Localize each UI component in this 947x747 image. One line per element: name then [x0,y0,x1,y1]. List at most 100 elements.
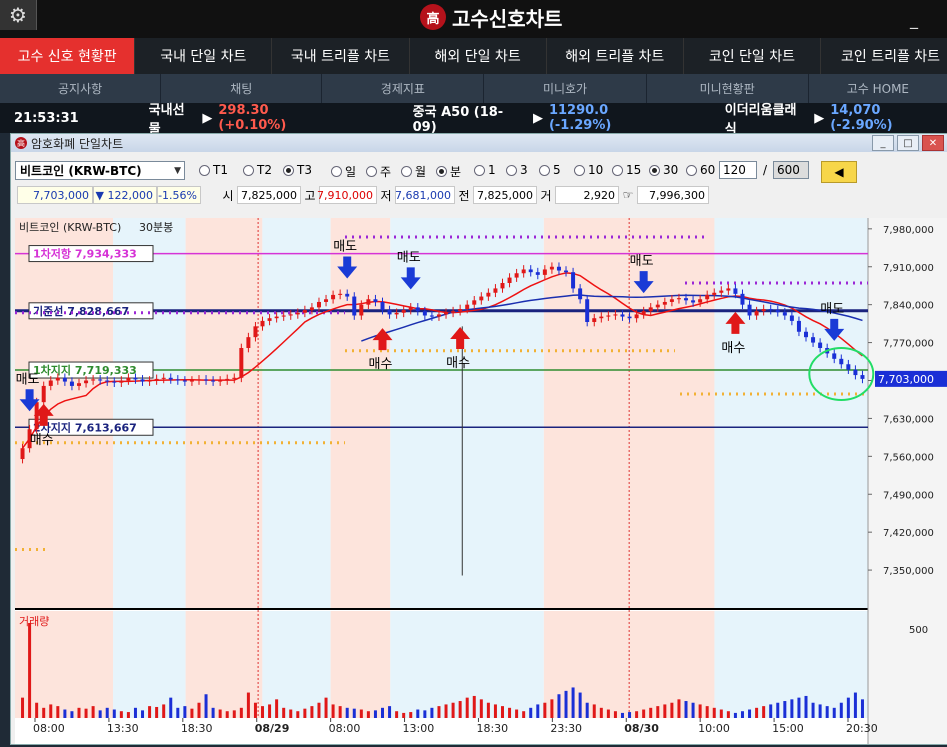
volume-bar [705,706,709,718]
volume-bar [218,709,222,718]
radio-min-30[interactable]: 30 [649,163,678,177]
volume-bar [416,709,420,718]
radio-week[interactable]: 주 [366,163,391,180]
total-input[interactable]: 600 [773,161,809,179]
volume-bar [465,697,469,718]
y-tick-label: 7,630,000 [883,414,934,425]
volume-bar [381,707,385,718]
volume-bar [373,710,377,718]
candle-body [542,269,547,275]
nav-coin-triple-chart[interactable]: 코인 트리플 차트 [821,38,947,74]
volume-bar [155,706,159,718]
window-maximize-button[interactable]: □ [897,135,919,151]
radio-min-1[interactable]: 1 [474,163,496,177]
candle-body [556,266,561,271]
candle-body [345,293,350,297]
nav-domestic-triple-chart[interactable]: 국내 트리플 차트 [272,38,410,74]
volume-bar [571,687,575,718]
buy-signal-label: 매수 [30,433,54,448]
nav-domestic-single-chart[interactable]: 국내 단일 차트 [135,38,273,74]
volume-bar [508,707,512,718]
volume-bar [119,711,123,718]
candle-body [606,315,611,317]
level-label: 기준선 7,828,667 [33,304,129,318]
candle-body [154,378,159,381]
volume-bar [225,711,229,718]
x-tick-label: 08:00 [329,722,361,735]
candle-body [451,311,456,313]
radio-min-60[interactable]: 60 [686,163,715,177]
candle-body [204,379,209,381]
window-title-bar: 高 암호화폐 단일차트 _ □ ✕ [11,134,947,152]
window-minimize-button[interactable]: _ [872,135,894,151]
nav-mini-orderbook[interactable]: 미니호가 [484,74,647,103]
volume-bar [783,701,787,718]
volume-bar [268,704,272,718]
nav-signal-board[interactable]: 고수 신호 현황판 [0,38,136,74]
radio-min-15[interactable]: 15 [612,163,641,177]
y-tick-label: 7,350,000 [883,566,934,577]
nav-notice[interactable]: 공지사항 [0,74,162,103]
radio-t3[interactable]: T3 [283,163,312,177]
scroll-left-button[interactable]: ◀ [821,161,857,183]
ticker-name: 이더리움클래식 [724,103,797,137]
candle-body [479,296,484,301]
radio-min-10[interactable]: 10 [574,163,603,177]
volume-bar [141,710,145,718]
candle-body [338,293,343,295]
volume-bar [628,712,632,718]
volume-bar [70,711,74,718]
candle-body [69,381,74,386]
candle-body [549,266,554,270]
play-icon: ▶ [814,110,825,126]
volume-bar [529,707,533,718]
symbol-select[interactable]: 비트코인 (KRW-BTC) ▼ [15,161,185,180]
session-band [185,218,263,608]
low-label: 저 [380,188,392,203]
chart-window: 高 암호화폐 단일차트 _ □ ✕ 비트코인 (KRW-BTC) ▼ T1 T2… [10,133,947,745]
memo-icon: ☞ [622,188,634,202]
candle-body [288,314,293,316]
price-chart[interactable]: 7,980,000 7,910,000 7,840,000 7,770,000 7,70… [15,218,947,744]
nav-home[interactable]: 고수 HOME [809,74,947,103]
volume-bar [719,709,723,718]
candle-body [239,348,244,378]
candle-body [295,312,300,315]
window-close-button[interactable]: ✕ [922,135,944,151]
candle-body [62,377,67,382]
gear-icon[interactable]: ⚙ [0,0,37,30]
candle-body [761,309,766,312]
radio-min-3[interactable]: 3 [506,163,528,177]
volume-bar [183,706,187,718]
candle-body [535,272,540,275]
volume-bar [409,712,413,718]
volume-bar [352,708,356,718]
volume-bar [56,706,60,718]
minimize-button[interactable]: _ [910,10,918,29]
radio-month[interactable]: 월 [401,163,426,180]
nav-overseas-triple-chart[interactable]: 해외 트리플 차트 [547,38,684,74]
candle-body [811,337,816,343]
radio-min-5[interactable]: 5 [539,163,561,177]
radio-t2[interactable]: T2 [243,163,272,177]
nav-economic-indicators[interactable]: 경제지표 [322,74,485,103]
candle-body [76,383,81,386]
volume-bar [324,697,328,718]
nav-coin-single-chart[interactable]: 코인 단일 차트 [684,38,821,74]
count-input[interactable]: 120 [719,161,757,179]
volume-bar [366,711,370,718]
volume-bar [317,702,321,718]
candle-body [281,315,286,317]
candle-body [775,310,780,313]
radio-day[interactable]: 일 [331,163,356,180]
nav-overseas-single-chart[interactable]: 해외 단일 차트 [410,38,547,74]
session-band [714,218,868,608]
x-tick-label: 15:00 [772,722,804,735]
radio-minute[interactable]: 분 [436,163,461,180]
radio-t1[interactable]: T1 [199,163,228,177]
candle-body [669,299,674,302]
volume-bar [197,702,201,718]
volume-bar [232,710,236,718]
volume-bar [239,707,243,718]
ticker-value: 298.30 (+0.10%) [218,103,287,133]
